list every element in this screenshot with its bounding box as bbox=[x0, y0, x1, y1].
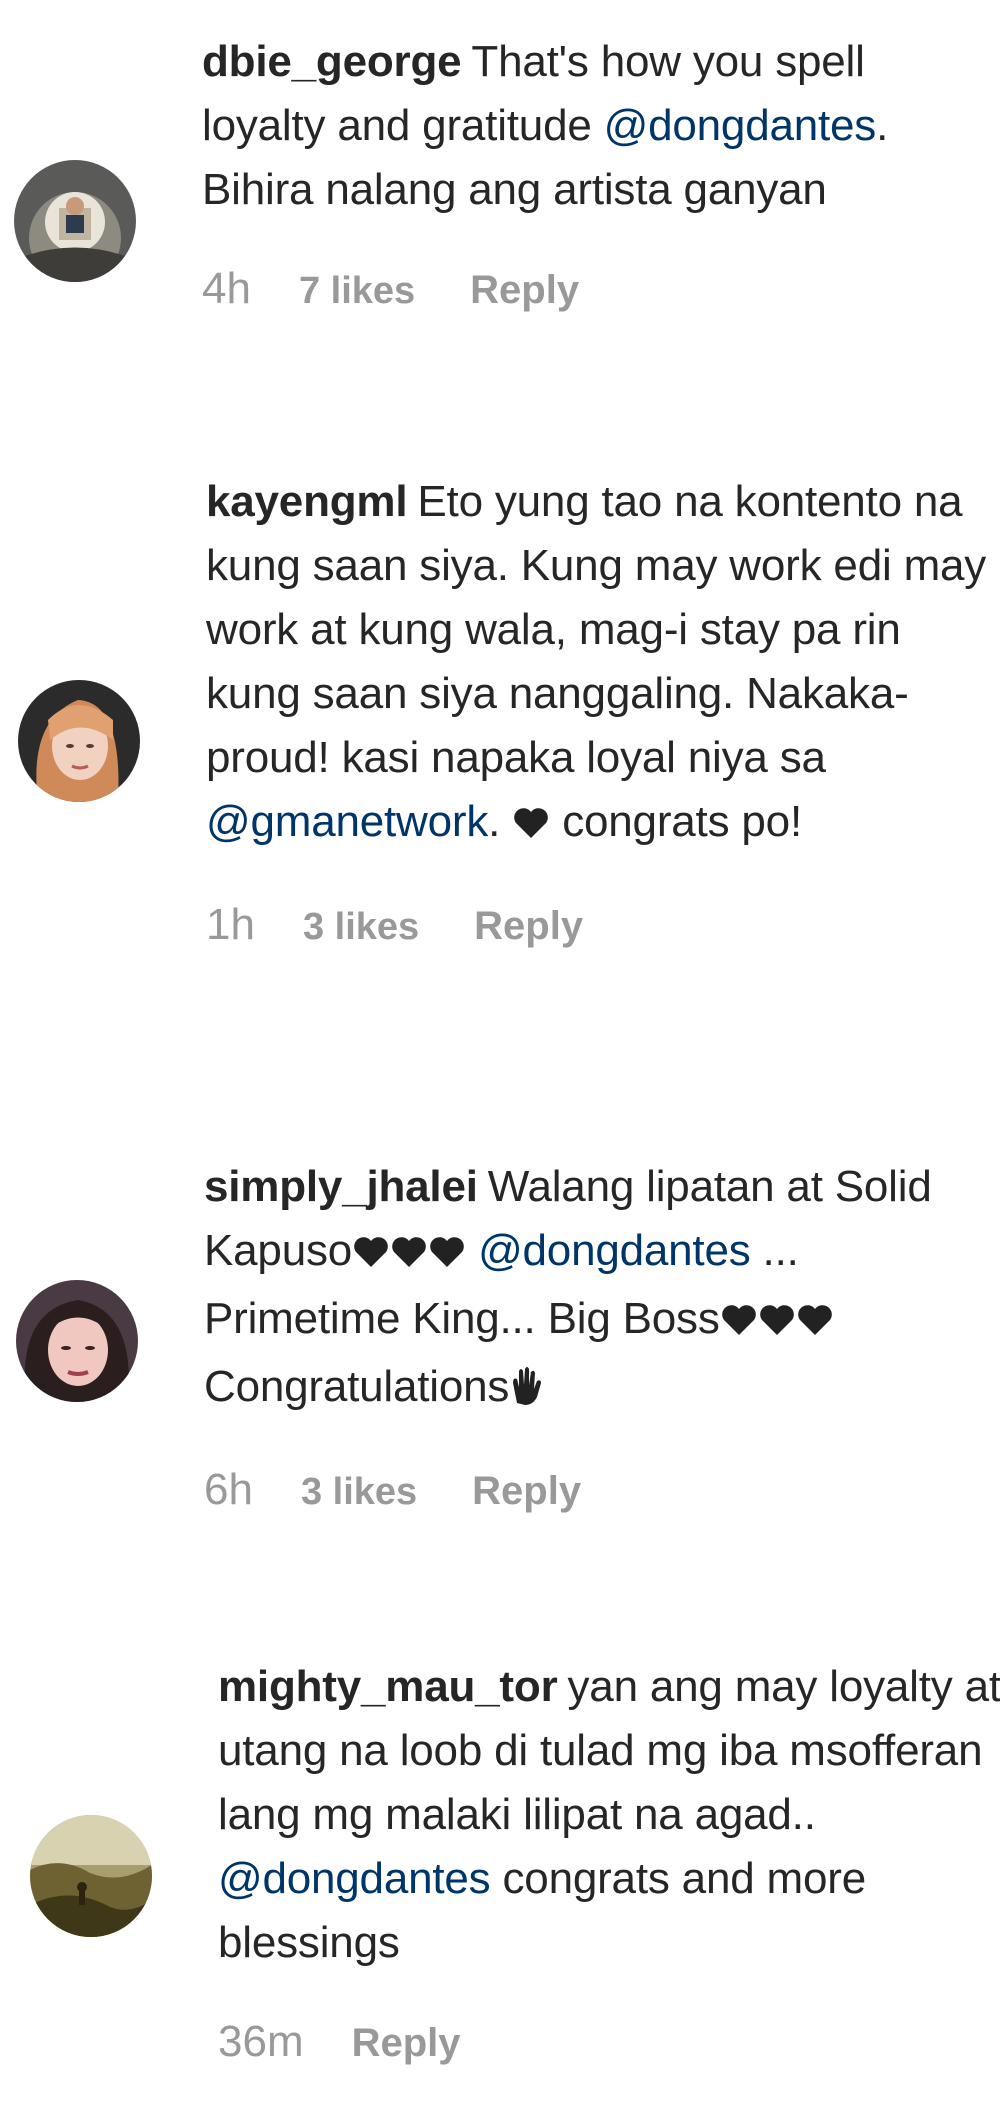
mention-link[interactable]: @dongdantes bbox=[218, 1854, 491, 1903]
avatar[interactable] bbox=[30, 1815, 152, 1937]
comment-username[interactable]: mighty_mau_tor bbox=[218, 1662, 558, 1711]
comment-text: simply_jhalei Walang lipatan at Solid Kap… bbox=[204, 1155, 994, 1423]
reply-button[interactable]: Reply bbox=[474, 904, 583, 949]
avatar[interactable] bbox=[14, 160, 136, 282]
comment-text: kayengml Eto yung tao na kontento na kung… bbox=[206, 470, 996, 858]
comment-body: mighty_mau_tor yan ang may loyalty at uta… bbox=[218, 1655, 1000, 2067]
comment-text-segment: congrats po! bbox=[550, 797, 802, 846]
comment-text: mighty_mau_tor yan ang may loyalty at uta… bbox=[218, 1655, 1000, 1975]
reply-button[interactable]: Reply bbox=[472, 1469, 581, 1514]
comment-meta: 4h 7 likes Reply bbox=[202, 264, 992, 314]
comment-meta: 36m Reply bbox=[218, 2017, 1000, 2067]
comment-body: simply_jhalei Walang lipatan at Solid Kap… bbox=[204, 1155, 994, 1515]
black-heart-icon bbox=[720, 1291, 758, 1355]
comment-text-segment: Congratulations bbox=[204, 1362, 510, 1411]
comment-text-segment: . bbox=[488, 797, 513, 846]
comment-meta: 6h 3 likes Reply bbox=[204, 1465, 994, 1515]
comment-body: dbie_george That's how you spell loyalty … bbox=[202, 30, 992, 314]
black-heart-icon bbox=[758, 1291, 796, 1355]
comment-time: 4h bbox=[202, 264, 251, 313]
comment-time: 36m bbox=[218, 2017, 304, 2066]
black-heart-icon bbox=[352, 1223, 390, 1287]
comment-username[interactable]: dbie_george bbox=[202, 37, 462, 86]
raised-hands-icon bbox=[509, 1359, 545, 1423]
black-heart-icon bbox=[428, 1223, 466, 1287]
mention-link[interactable]: @dongdantes bbox=[478, 1226, 751, 1275]
comment-time: 6h bbox=[204, 1465, 253, 1514]
black-heart-icon bbox=[390, 1223, 428, 1287]
comment-text: dbie_george That's how you spell loyalty … bbox=[202, 30, 992, 222]
mention-link[interactable]: @dongdantes bbox=[604, 101, 877, 150]
reply-button[interactable]: Reply bbox=[470, 268, 579, 313]
likes-count[interactable]: 7 likes bbox=[299, 270, 415, 313]
mention-link[interactable]: @gmanetwork bbox=[206, 797, 488, 846]
comment-body: kayengml Eto yung tao na kontento na kung… bbox=[206, 470, 996, 950]
avatar[interactable] bbox=[16, 1280, 138, 1402]
likes-count[interactable]: 3 likes bbox=[303, 906, 419, 949]
comment-meta: 1h 3 likes Reply bbox=[206, 900, 996, 950]
reply-button[interactable]: Reply bbox=[352, 2021, 461, 2066]
comment-time: 1h bbox=[206, 900, 255, 949]
black-heart-icon bbox=[512, 794, 550, 858]
comment-username[interactable]: simply_jhalei bbox=[204, 1162, 478, 1211]
black-heart-icon bbox=[796, 1291, 834, 1355]
comment-username[interactable]: kayengml bbox=[206, 477, 408, 526]
likes-count[interactable]: 3 likes bbox=[301, 1471, 417, 1514]
avatar[interactable] bbox=[18, 680, 140, 802]
comment-text-segment bbox=[466, 1226, 478, 1275]
